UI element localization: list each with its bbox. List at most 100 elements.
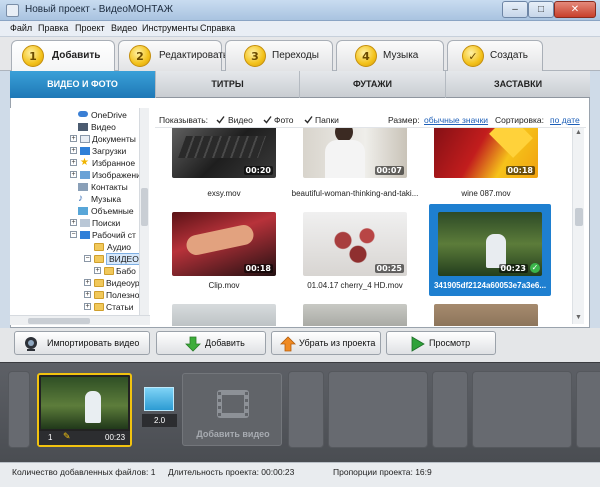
scroll-thumb[interactable] xyxy=(575,208,583,226)
import-video-button[interactable]: Импортировать видео xyxy=(14,331,150,355)
expand-icon[interactable]: + xyxy=(84,291,91,298)
timeline-slot xyxy=(288,371,324,448)
tab-add[interactable]: 1 Добавить xyxy=(11,40,115,71)
timeline-clip[interactable]: 1 ✎ 00:23 xyxy=(37,373,132,447)
step-1-badge: 1 xyxy=(22,45,44,67)
transition-item[interactable]: 2.0 xyxy=(142,387,177,429)
expand-icon[interactable]: + xyxy=(94,267,101,274)
media-card[interactable]: 00:18 Clip.mov xyxy=(172,210,300,290)
media-vertical-scrollbar[interactable]: ▲ ▼ xyxy=(572,128,584,324)
filter-bar: Показывать: Видео Фото Папки Размер: обы… xyxy=(155,112,586,128)
edit-pencil-icon[interactable]: ✎ xyxy=(63,431,71,442)
remove-from-project-button[interactable]: Убрать из проекта xyxy=(271,331,381,355)
tab-footage[interactable]: ФУТАЖИ xyxy=(300,71,446,98)
close-button[interactable]: ✕ xyxy=(554,1,596,18)
expand-icon[interactable]: + xyxy=(84,279,91,286)
step-3-badge: 3 xyxy=(244,45,266,67)
media-card[interactable] xyxy=(172,304,300,326)
tab-video-photo[interactable]: ВИДЕО И ФОТО xyxy=(10,71,156,98)
menu-file[interactable]: Файл xyxy=(10,23,32,33)
action-bar: Импортировать видео Добавить Убрать из п… xyxy=(0,328,600,362)
duration-label: 00:18 xyxy=(505,166,535,175)
media-card[interactable]: 00:07 beautiful-woman-thinking-and-taki.… xyxy=(292,128,431,202)
clip-thumbnail xyxy=(41,377,128,429)
preview-button[interactable]: Просмотр xyxy=(386,331,496,355)
photo-checkbox[interactable] xyxy=(263,115,272,124)
size-link[interactable]: обычные значки xyxy=(424,115,488,125)
tab-create[interactable]: ✓ Создать xyxy=(447,40,543,71)
tree-horizontal-scrollbar[interactable] xyxy=(10,315,150,325)
wizard-steps: 1 Добавить 2 Редактировать 3 Переходы 4 … xyxy=(0,37,600,71)
folder-icon xyxy=(94,243,104,251)
size-label: Размер: xyxy=(388,115,420,125)
add-video-placeholder[interactable]: Добавить видео xyxy=(182,373,282,446)
expand-icon[interactable]: + xyxy=(70,159,77,166)
expand-icon[interactable]: + xyxy=(70,147,77,154)
add-button[interactable]: Добавить xyxy=(156,331,266,355)
folders-checkbox[interactable] xyxy=(304,115,313,124)
tab-edit[interactable]: 2 Редактировать xyxy=(118,40,228,71)
search-folder-icon xyxy=(80,219,90,227)
status-files-count: Количество добавленных файлов: 1 xyxy=(12,467,156,477)
video-folder-icon xyxy=(78,123,88,131)
menu-bar: Файл Правка Проект Видео Инструменты Спр… xyxy=(0,21,600,37)
scroll-up-icon[interactable]: ▲ xyxy=(575,129,582,136)
sort-label: Сортировка: xyxy=(495,115,545,125)
tree-vertical-scrollbar[interactable] xyxy=(139,108,149,315)
transition-duration: 2.0 xyxy=(142,414,177,427)
cherry-blossom-image xyxy=(325,222,385,268)
video-checkbox[interactable] xyxy=(216,115,225,124)
collapse-icon[interactable]: − xyxy=(70,231,77,238)
status-bar: Количество добавленных файлов: 1 Длитель… xyxy=(0,462,600,487)
menu-project[interactable]: Проект xyxy=(75,23,105,33)
duration-label: 00:20 xyxy=(243,166,273,175)
file-name: beautiful-woman-thinking-and-taki... xyxy=(291,189,419,198)
media-card[interactable] xyxy=(303,304,431,326)
play-icon xyxy=(411,336,425,352)
keyboard-image xyxy=(177,136,267,158)
timeline-slot xyxy=(328,371,428,448)
cloud-icon xyxy=(78,111,88,117)
minimize-button[interactable]: ‒ xyxy=(502,1,528,18)
duration-label: 00:18 xyxy=(243,264,273,273)
expand-icon[interactable]: + xyxy=(70,135,77,142)
timeline-slot xyxy=(8,371,30,448)
tab-transitions[interactable]: 3 Переходы xyxy=(225,40,333,71)
maximize-button[interactable]: □ xyxy=(528,1,554,18)
file-name: Clip.mov xyxy=(208,281,240,290)
folder-icon xyxy=(94,279,104,287)
media-card[interactable]: 00:20 exsy.mov xyxy=(172,128,300,202)
expand-icon[interactable]: + xyxy=(70,171,77,178)
scroll-thumb[interactable] xyxy=(28,318,90,324)
tab-add-label: Добавить xyxy=(52,50,101,61)
check-icon: ✓ xyxy=(462,45,484,67)
expand-icon[interactable]: + xyxy=(70,219,77,226)
menu-tools[interactable]: Инструменты xyxy=(142,23,198,33)
media-card[interactable]: 00:18 wine 087.mov xyxy=(434,128,562,202)
sort-link[interactable]: по дате xyxy=(550,115,580,125)
title-bar: Новый проект - ВидеоМОНТАЖ ‒ □ ✕ xyxy=(0,0,600,21)
downloads-icon xyxy=(80,147,90,155)
menu-help[interactable]: Справка xyxy=(200,23,235,33)
scroll-thumb[interactable] xyxy=(141,188,148,226)
media-card-selected[interactable]: 00:23 ✓ 341905df2124a60053e7a3e6... xyxy=(429,204,551,296)
status-project-duration: Длительность проекта: 00:00:23 xyxy=(168,467,295,477)
media-card[interactable]: 00:25 01.04.17 cherry_4 HD.mov xyxy=(303,210,431,290)
media-grid: 00:20 exsy.mov 00:07 beautiful-woman-thi… xyxy=(172,128,572,326)
video-thumbnail xyxy=(303,304,407,326)
collapse-icon[interactable]: − xyxy=(84,255,91,262)
expand-icon[interactable]: + xyxy=(84,303,91,310)
tab-titles[interactable]: ТИТРЫ xyxy=(156,71,300,98)
timeline-slot xyxy=(432,371,468,448)
clip-index: 1 xyxy=(48,433,53,442)
scroll-down-icon[interactable]: ▼ xyxy=(575,314,582,321)
images-icon xyxy=(80,171,90,179)
app-icon xyxy=(6,4,19,17)
media-card[interactable] xyxy=(434,304,562,326)
tab-intros[interactable]: ЗАСТАВКИ xyxy=(446,71,590,98)
menu-edit[interactable]: Правка xyxy=(38,23,68,33)
menu-video[interactable]: Видео xyxy=(111,23,137,33)
file-name: wine 087.mov xyxy=(461,189,511,198)
folder-icon xyxy=(94,303,104,311)
tab-music[interactable]: 4 Музыка xyxy=(336,40,444,71)
